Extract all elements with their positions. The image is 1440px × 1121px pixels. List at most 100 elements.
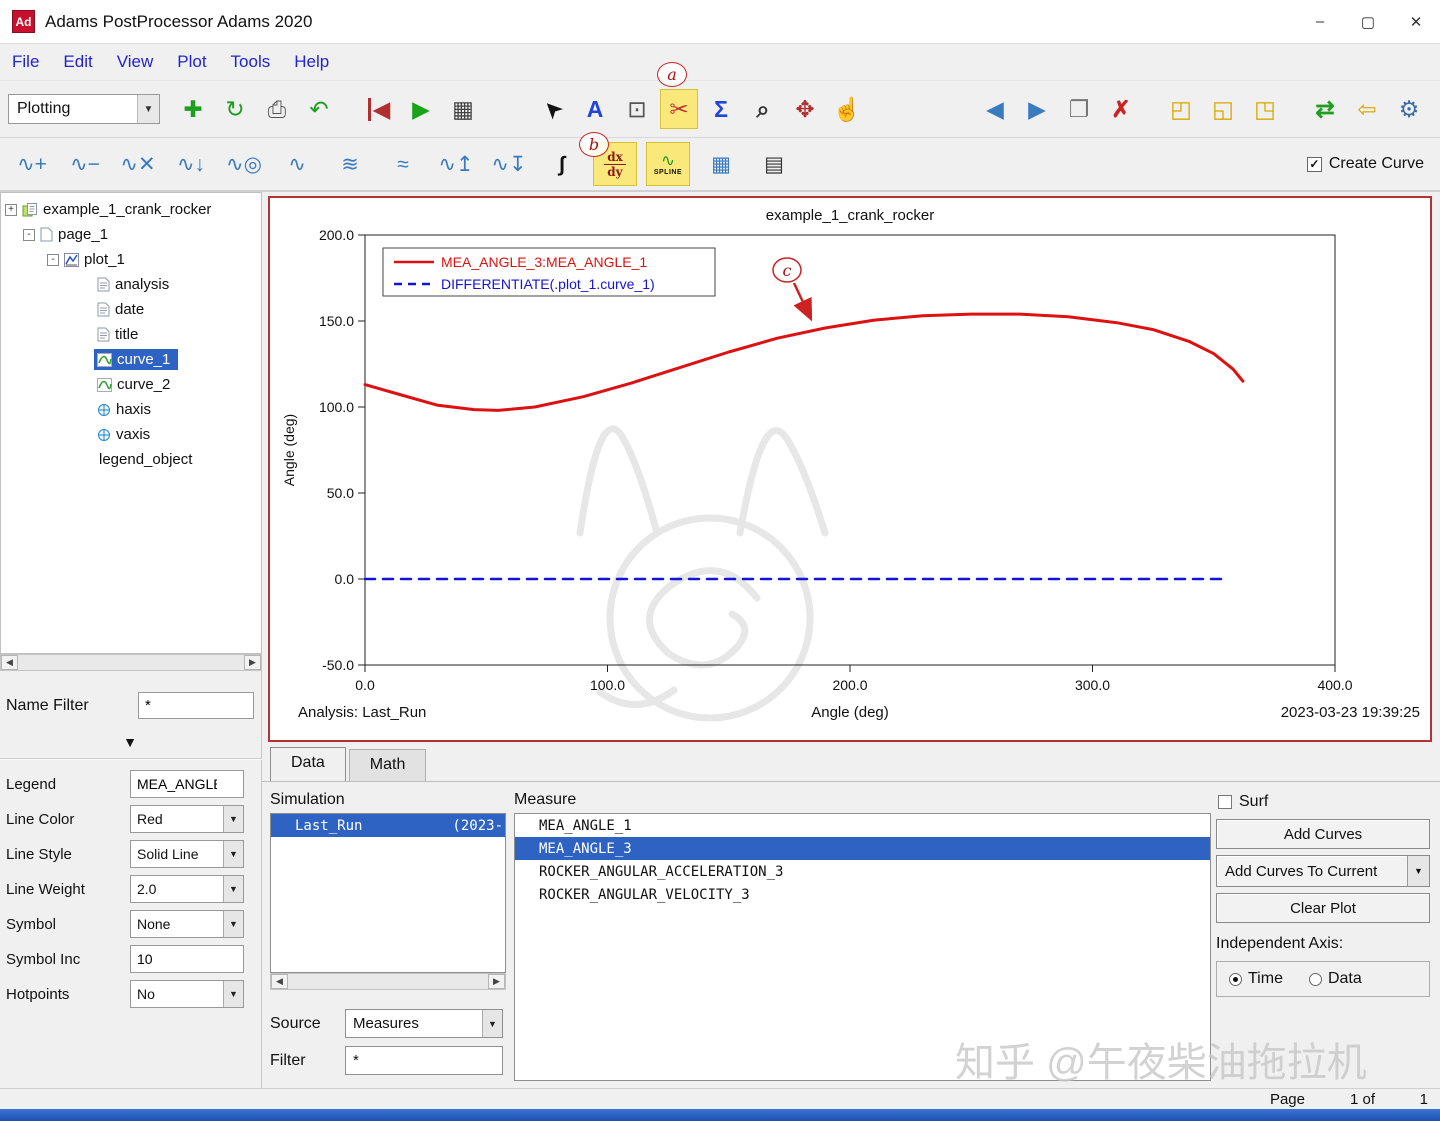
- layout-full-icon[interactable]: ◰: [1162, 89, 1200, 129]
- measure-row[interactable]: MEA_ANGLE_1: [515, 814, 1210, 837]
- bode-plot-icon[interactable]: ▤: [752, 142, 796, 186]
- scroll-right-icon[interactable]: ▶: [244, 655, 261, 670]
- tree-item-vaxis[interactable]: vaxis: [1, 422, 261, 447]
- measure-row[interactable]: ROCKER_ANGULAR_VELOCITY_3: [515, 883, 1210, 906]
- undo-icon[interactable]: ↶: [300, 89, 338, 129]
- layout-split-icon[interactable]: ◱: [1204, 89, 1242, 129]
- menu-item[interactable]: Tools: [231, 52, 271, 72]
- line-style-select[interactable]: Solid Line ▼: [130, 840, 244, 868]
- zoom-region-icon[interactable]: ⌕: [744, 89, 782, 129]
- menu-item[interactable]: Edit: [63, 52, 92, 72]
- new-window-icon[interactable]: ❐: [1060, 89, 1098, 129]
- tab-data[interactable]: Data: [270, 747, 346, 781]
- curve-zoom-out-icon[interactable]: ∿−: [63, 142, 107, 186]
- curve-shift-down-icon[interactable]: ∿↧: [487, 142, 531, 186]
- tree-item-model[interactable]: + example_1_crank_rocker: [1, 197, 261, 222]
- curve-offset-icon[interactable]: ∿↓: [169, 142, 213, 186]
- line-weight-select[interactable]: 2.0 ▼: [130, 875, 244, 903]
- chevron-down-icon[interactable]: ▼: [223, 911, 243, 937]
- curve-multi-wave-icon[interactable]: ≋: [328, 142, 372, 186]
- next-view-icon[interactable]: ▶: [1018, 89, 1056, 129]
- curve-scale-icon[interactable]: ∿◎: [222, 142, 266, 186]
- chevron-down-icon[interactable]: ▼: [223, 806, 243, 832]
- clear-plot-button[interactable]: Clear Plot: [1216, 893, 1430, 923]
- simulation-scrollbar[interactable]: ◀ ▶: [270, 973, 506, 990]
- menu-item[interactable]: View: [117, 52, 154, 72]
- plot-layout-icon[interactable]: ⊡: [618, 89, 656, 129]
- layout-quad-icon[interactable]: ◳: [1246, 89, 1284, 129]
- maximize-button[interactable]: ▢: [1344, 0, 1392, 44]
- tree-item-title[interactable]: title: [1, 322, 261, 347]
- tree-item-page-1[interactable]: - page_1: [1, 222, 261, 247]
- menu-item[interactable]: Help: [294, 52, 329, 72]
- prev-view-icon[interactable]: ◀: [976, 89, 1014, 129]
- refresh-icon[interactable]: ↻: [216, 89, 254, 129]
- measure-row[interactable]: ROCKER_ANGULAR_ACCELERATION_3: [515, 860, 1210, 883]
- plot-canvas[interactable]: 0.0 100.0 200.0 300.0 400.0-50.00.050.0100.0…: [270, 198, 1430, 740]
- create-curve-checkbox[interactable]: ✓ Create Curve: [1306, 155, 1424, 173]
- symbol-inc-input[interactable]: [130, 945, 244, 973]
- source-select[interactable]: Measures ▼: [345, 1009, 503, 1038]
- collapse-properties-button[interactable]: ▼: [4, 732, 256, 751]
- tree-expander[interactable]: +: [5, 203, 17, 216]
- add-curves-to-current-select[interactable]: Add Curves To Current ▼: [1216, 855, 1430, 887]
- close-button[interactable]: ✕: [1392, 0, 1440, 44]
- chevron-down-icon[interactable]: ▼: [223, 981, 243, 1007]
- filter-input[interactable]: *: [345, 1046, 503, 1075]
- hotpoints-select[interactable]: No ▼: [130, 980, 244, 1008]
- chevron-down-icon[interactable]: ▼: [1407, 856, 1429, 886]
- tab-math[interactable]: Math: [348, 749, 427, 781]
- curve-zoom-in-icon[interactable]: ∿+: [10, 142, 54, 186]
- select-cursor-icon[interactable]: ➤: [534, 89, 572, 129]
- animation-icon[interactable]: ▦: [444, 89, 482, 129]
- fft-plot-icon[interactable]: ▦: [699, 142, 743, 186]
- tree-item-analysis[interactable]: analysis: [1, 272, 261, 297]
- legend-input[interactable]: [130, 770, 244, 798]
- chevron-down-icon[interactable]: ▼: [482, 1010, 502, 1037]
- tree-item-curve-2[interactable]: curve_2: [1, 372, 261, 397]
- tree-item-plot-1[interactable]: - plot_1: [1, 247, 261, 272]
- swap-view-icon[interactable]: ⇄: [1306, 89, 1344, 129]
- curve-shift-up-icon[interactable]: ∿↥: [434, 142, 478, 186]
- settings-gear-icon[interactable]: ⚙: [1390, 89, 1428, 129]
- tree-expander[interactable]: -: [23, 228, 35, 241]
- chevron-down-icon[interactable]: ▼: [137, 95, 159, 123]
- menu-item[interactable]: Plot: [177, 52, 206, 72]
- tree-item-curve-1[interactable]: curve_1: [1, 347, 261, 372]
- pan-hand-icon[interactable]: ☝: [828, 89, 866, 129]
- curve-smooth-icon[interactable]: ≈: [381, 142, 425, 186]
- tree-horizontal-scrollbar[interactable]: ◀ ▶: [0, 654, 262, 671]
- radio-time[interactable]: Time: [1229, 970, 1283, 988]
- tree-expander[interactable]: -: [47, 253, 59, 266]
- name-filter-input[interactable]: [138, 692, 254, 719]
- curve-sine-icon[interactable]: ∿: [275, 142, 319, 186]
- fit-view-icon[interactable]: ✥: [786, 89, 824, 129]
- line-color-select[interactable]: Red ▼: [130, 805, 244, 833]
- return-icon[interactable]: ⇦: [1348, 89, 1386, 129]
- step-start-icon[interactable]: ◀: [360, 89, 398, 129]
- scroll-right-icon[interactable]: ▶: [488, 974, 505, 989]
- print-icon[interactable]: ⎙: [258, 89, 296, 129]
- plot-window[interactable]: 0.0 100.0 200.0 300.0 400.0 -50.0 0.0 50.0 100.0…: [268, 196, 1432, 742]
- tree-item-date[interactable]: date: [1, 297, 261, 322]
- add-curves-button[interactable]: Add Curves: [1216, 819, 1430, 849]
- measure-row[interactable]: MEA_ANGLE_3: [515, 837, 1210, 860]
- tree-item-legend-object[interactable]: legend_object: [1, 447, 261, 472]
- new-page-icon[interactable]: ✚: [174, 89, 212, 129]
- mode-select[interactable]: Plotting ▼: [8, 94, 160, 124]
- tree-item-haxis[interactable]: haxis: [1, 397, 261, 422]
- curve-delete-icon[interactable]: ∿✕: [116, 142, 160, 186]
- chevron-down-icon[interactable]: ▼: [223, 876, 243, 902]
- text-tool-icon[interactable]: A: [576, 89, 614, 129]
- radio-data[interactable]: Data: [1308, 970, 1362, 988]
- minimize-button[interactable]: –: [1296, 0, 1344, 44]
- play-icon[interactable]: ▶: [402, 89, 440, 129]
- scroll-left-icon[interactable]: ◀: [271, 974, 288, 989]
- curve-edit-icon[interactable]: ✂: [660, 89, 698, 129]
- symbol-inc-field[interactable]: [137, 951, 217, 967]
- delete-page-icon[interactable]: ✗: [1102, 89, 1140, 129]
- scroll-left-icon[interactable]: ◀: [1, 655, 18, 670]
- surf-checkbox[interactable]: Surf: [1218, 793, 1268, 811]
- legend-input-field[interactable]: [137, 776, 217, 792]
- spline-icon[interactable]: ∿ SPLINE: [646, 142, 690, 186]
